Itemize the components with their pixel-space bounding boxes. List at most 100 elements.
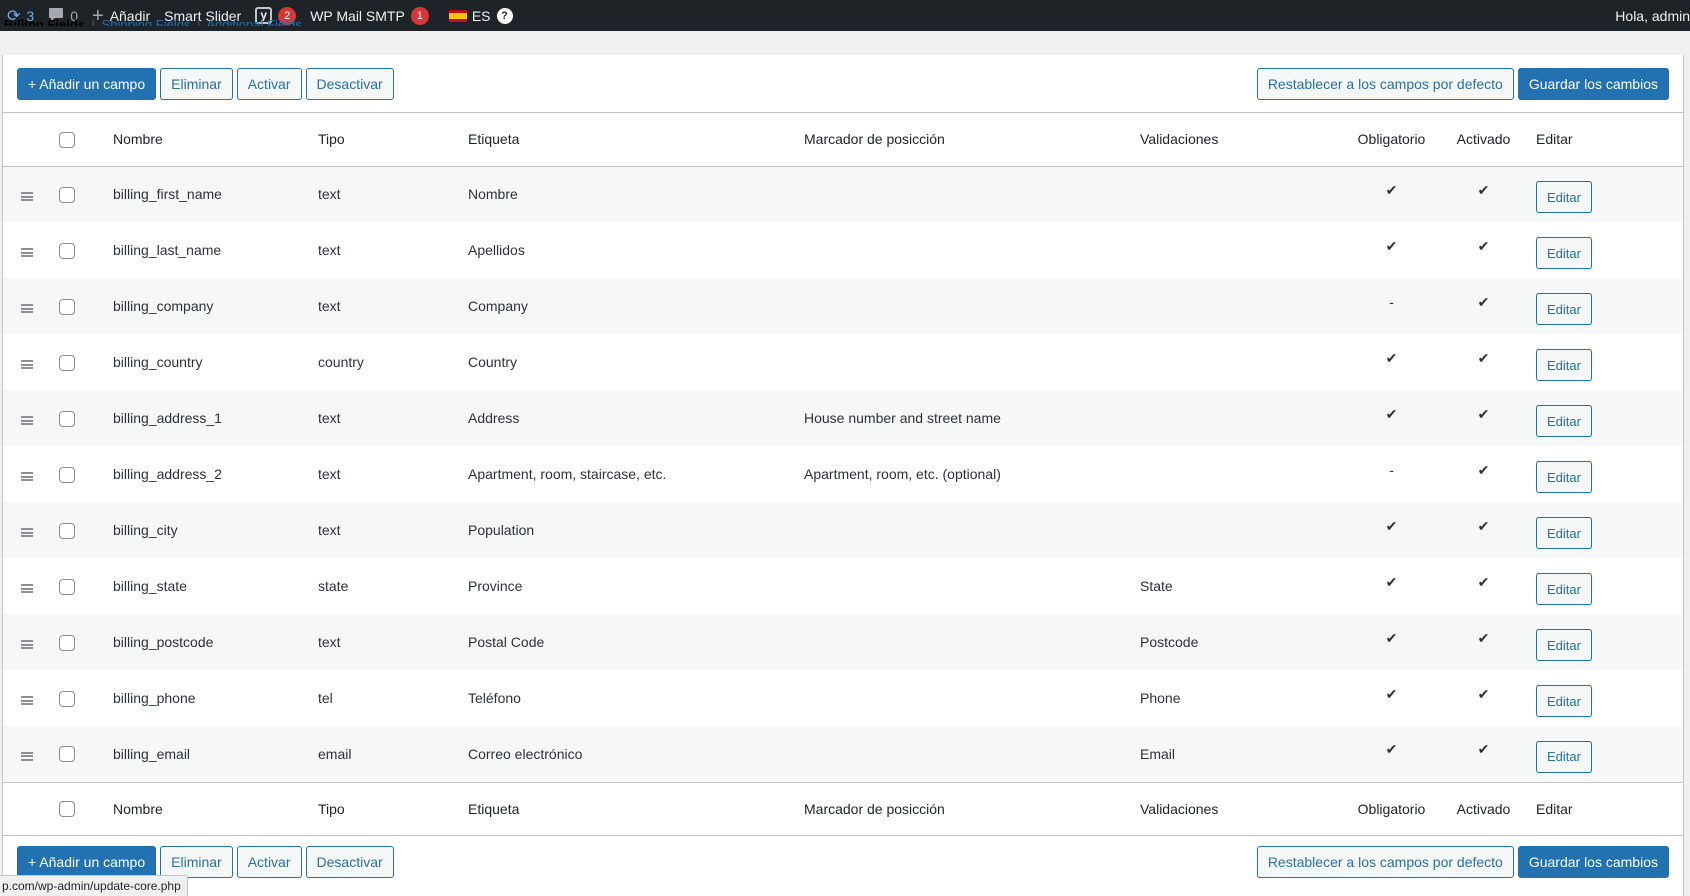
row-checkbox[interactable] [59, 634, 75, 651]
field-name: billing_phone [113, 690, 196, 706]
row-checkbox[interactable] [59, 410, 75, 427]
drag-handle-icon[interactable] [21, 751, 33, 761]
deactivate-button[interactable]: Desactivar [305, 846, 394, 878]
field-placeholder [796, 558, 1132, 614]
deactivate-button[interactable]: Desactivar [305, 67, 394, 100]
field-name: billing_address_2 [113, 466, 222, 482]
top-toolbar: + Añadir un campo Eliminar Activar Desac… [3, 55, 1683, 113]
delete-button[interactable]: Eliminar [160, 67, 233, 100]
row-checkbox[interactable] [59, 466, 75, 483]
field-type: email [318, 745, 352, 762]
table-row: billing_address_2 text Apartment, room, … [3, 446, 1683, 502]
required-mark: - [1389, 294, 1394, 310]
field-name: billing_last_name [113, 242, 222, 258]
field-type: text [318, 186, 341, 203]
field-label: Apellidos [468, 242, 525, 258]
add-field-button[interactable]: + Añadir un campo [17, 846, 157, 878]
field-validation [1132, 502, 1344, 558]
field-label: Apartment, room, staircase, etc. [468, 466, 667, 482]
field-validation: Email [1140, 745, 1176, 762]
row-checkbox[interactable] [59, 298, 75, 315]
field-label: Teléfono [468, 690, 521, 706]
enabled-mark: ✔ [1477, 741, 1490, 758]
field-name: billing_address_1 [113, 410, 222, 426]
edit-button[interactable]: Editar [1536, 629, 1592, 661]
field-placeholder [796, 334, 1132, 390]
table-row: billing_address_1 text Address House num… [3, 390, 1683, 446]
table-row: billing_city text Population ✔ ✔ Editar [3, 502, 1683, 558]
column-validations: Validaciones [1140, 800, 1219, 817]
additional-fields-link[interactable]: Additional Fields [206, 17, 301, 26]
status-bar-url: p.com/wp-admin/update-core.php [0, 875, 188, 896]
edit-button[interactable]: Editar [1536, 573, 1592, 605]
edit-button[interactable]: Editar [1536, 237, 1592, 269]
drag-handle-icon[interactable] [21, 192, 33, 202]
row-checkbox[interactable] [59, 690, 75, 707]
drag-handle-icon[interactable] [21, 472, 33, 481]
row-checkbox[interactable] [59, 522, 75, 539]
row-checkbox[interactable] [59, 186, 75, 203]
language-menu[interactable]: ES ? [442, 0, 520, 31]
select-all-checkbox[interactable] [59, 131, 75, 148]
save-changes-button[interactable]: Guardar los cambios [1517, 67, 1669, 100]
field-name: billing_postcode [113, 634, 214, 650]
select-all-checkbox-footer[interactable] [59, 801, 75, 818]
field-validation [1132, 166, 1344, 222]
enabled-mark: ✔ [1477, 461, 1490, 478]
billing-fields-link[interactable]: Billing Fields [4, 17, 85, 26]
column-placeholder: Marcador de posicción [804, 800, 945, 817]
required-mark: ✔ [1385, 685, 1398, 702]
field-label: Nombre [468, 186, 518, 203]
edit-button[interactable]: Editar [1536, 405, 1592, 437]
edit-button[interactable]: Editar [1536, 293, 1592, 325]
field-placeholder [796, 726, 1132, 782]
bottom-toolbar: + Añadir un campo Eliminar Activar Desac… [3, 833, 1683, 891]
drag-handle-icon[interactable] [21, 584, 33, 593]
activate-button[interactable]: Activar [236, 67, 302, 100]
edit-button[interactable]: Editar [1536, 517, 1592, 549]
table-footer: Nombre Tipo Etiqueta Marcador de posicci… [3, 782, 1683, 835]
edit-button[interactable]: Editar [1536, 685, 1592, 717]
field-label: Country [468, 354, 518, 370]
row-checkbox[interactable] [59, 578, 75, 595]
separator: | [197, 17, 201, 26]
edit-button[interactable]: Editar [1536, 461, 1592, 493]
account-menu[interactable]: Hola, admin [1608, 0, 1690, 31]
edit-button[interactable]: Editar [1536, 740, 1592, 773]
save-changes-button[interactable]: Guardar los cambios [1517, 846, 1669, 878]
language-label: ES [471, 7, 491, 24]
drag-handle-icon[interactable] [21, 416, 33, 425]
field-placeholder [796, 166, 1132, 222]
table-body: billing_first_name text Nombre ✔ ✔ Edita… [3, 166, 1683, 782]
edit-button[interactable]: Editar [1536, 181, 1592, 214]
row-checkbox[interactable] [59, 354, 75, 371]
wp-mail-smtp-menu[interactable]: WP Mail SMTP 1 [303, 0, 436, 31]
drag-handle-icon[interactable] [21, 528, 33, 537]
field-type: text [318, 522, 341, 538]
separator: | [91, 17, 95, 26]
field-placeholder [796, 614, 1132, 670]
reset-defaults-button[interactable]: Restablecer a los campos por defecto [1256, 846, 1514, 878]
column-label: Etiqueta [468, 800, 520, 817]
field-label: Province [468, 578, 523, 594]
drag-handle-icon[interactable] [21, 248, 33, 257]
add-field-button[interactable]: + Añadir un campo [17, 67, 157, 100]
field-validation [1132, 390, 1344, 446]
enabled-mark: ✔ [1477, 517, 1490, 534]
drag-handle-icon[interactable] [21, 640, 33, 649]
shipping-fields-link[interactable]: Shipping Fields [102, 17, 191, 26]
activate-button[interactable]: Activar [236, 846, 302, 878]
reset-defaults-button[interactable]: Restablecer a los campos por defecto [1256, 67, 1514, 100]
field-validation [1132, 334, 1344, 390]
row-checkbox[interactable] [59, 242, 75, 259]
delete-button[interactable]: Eliminar [160, 846, 233, 878]
drag-handle-icon[interactable] [21, 696, 33, 705]
field-validation [1132, 278, 1344, 334]
drag-handle-icon[interactable] [21, 360, 33, 369]
fields-panel: + Añadir un campo Eliminar Activar Desac… [2, 55, 1684, 896]
field-type: text [318, 242, 341, 258]
edit-button[interactable]: Editar [1536, 349, 1592, 381]
row-checkbox[interactable] [59, 746, 75, 763]
drag-handle-icon[interactable] [21, 304, 33, 313]
column-name: Nombre [113, 131, 163, 148]
